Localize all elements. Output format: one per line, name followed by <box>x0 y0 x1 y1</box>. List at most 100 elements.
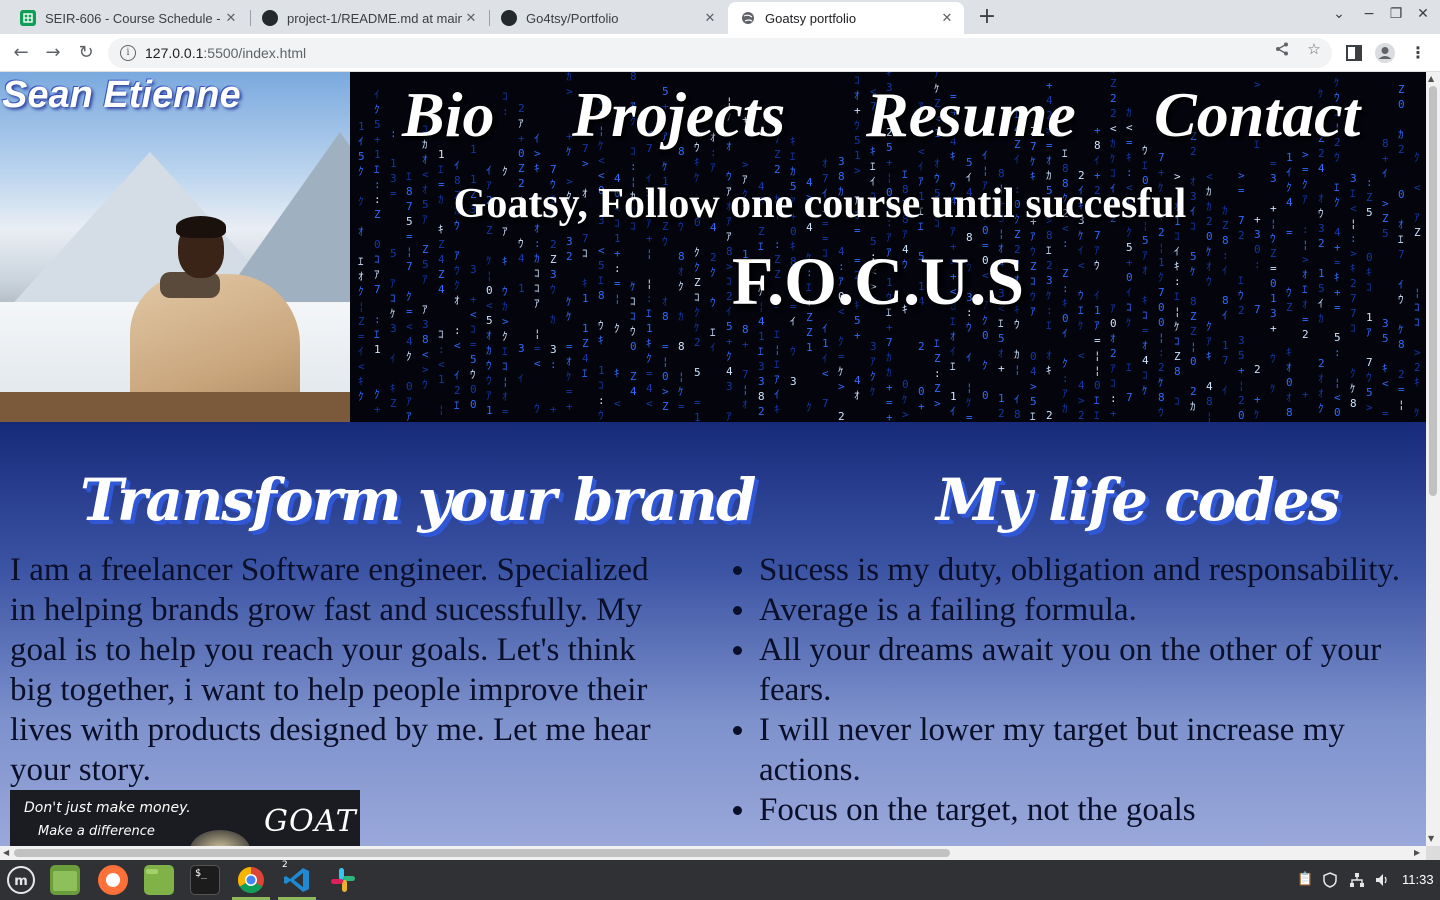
share-icon[interactable] <box>1272 40 1292 60</box>
scroll-right-icon[interactable]: ▶ <box>1414 848 1420 857</box>
svg-text:1: 1 <box>582 322 589 335</box>
svg-text:5: 5 <box>726 320 733 333</box>
svg-text:ｴ: ｴ <box>950 360 956 373</box>
svg-text:5: 5 <box>694 366 701 379</box>
svg-text:3: 3 <box>758 360 765 373</box>
scroll-down-icon[interactable]: ▼ <box>1428 834 1434 843</box>
svg-text:+: + <box>566 400 573 413</box>
scroll-left-icon[interactable]: ◀ <box>3 848 9 857</box>
kebab-menu-icon[interactable]: ⋮ <box>1407 42 1429 64</box>
clipboard-icon[interactable]: 📋 <box>1297 872 1313 887</box>
scrollbar-thumb[interactable] <box>14 849 950 857</box>
chrome-icon[interactable] <box>236 865 266 895</box>
main-nav: Bio Projects Resume Contact <box>350 78 1426 158</box>
svg-text:¦: ¦ <box>1014 363 1021 376</box>
vscode-icon[interactable]: 2 <box>282 860 312 895</box>
scroll-up-icon[interactable]: ▲ <box>1428 74 1434 83</box>
svg-text:3: 3 <box>550 343 557 356</box>
address-bar[interactable]: i 127.0.0.1:5500/index.html <box>108 38 1332 68</box>
svg-text:+: + <box>1270 322 1277 335</box>
firefox-icon[interactable] <box>98 865 128 895</box>
svg-text:ｴ: ｴ <box>374 163 380 176</box>
shield-icon[interactable] <box>1322 872 1338 892</box>
tab-goatsy-portfolio[interactable]: Goatsy portfolio ✕ <box>728 2 964 34</box>
svg-text:ｳ: ｳ <box>790 345 796 358</box>
svg-text:<: < <box>534 357 541 370</box>
reload-icon[interactable]: ↻ <box>73 40 99 66</box>
svg-text:4: 4 <box>406 335 413 348</box>
folder-icon[interactable] <box>144 865 174 895</box>
svg-text::: : <box>598 394 605 407</box>
svg-text:5: 5 <box>1238 349 1245 362</box>
tab-search-icon[interactable]: ⌄ <box>1329 6 1349 22</box>
svg-text:3: 3 <box>390 322 397 335</box>
svg-text:ｱ: ｱ <box>870 355 876 368</box>
back-arrow-icon[interactable]: ← <box>8 40 34 66</box>
side-panel-icon[interactable] <box>1343 42 1365 64</box>
svg-text::: : <box>630 160 637 173</box>
svg-text:+: + <box>886 381 893 394</box>
slack-icon[interactable] <box>328 865 358 895</box>
forward-arrow-icon[interactable]: → <box>40 40 66 66</box>
restore-icon[interactable]: ❐ <box>1386 6 1406 22</box>
nav-contact-link[interactable]: Contact <box>1154 78 1360 152</box>
bookmark-star-icon[interactable]: ☆ <box>1304 40 1324 58</box>
vertical-scrollbar[interactable]: ▲ ▼ <box>1426 72 1440 846</box>
nav-bio-link[interactable]: Bio <box>402 78 494 152</box>
close-tab-icon[interactable]: ✕ <box>938 11 956 26</box>
svg-text:ｹ: ｹ <box>1398 323 1404 336</box>
svg-text:ｳ: ｳ <box>1158 406 1164 419</box>
svg-text:5: 5 <box>1382 332 1389 345</box>
svg-text:ｵ: ｵ <box>1318 372 1324 385</box>
svg-text:<: < <box>406 320 413 333</box>
close-window-icon[interactable]: ✕ <box>1413 6 1433 22</box>
svg-text:1: 1 <box>950 390 957 403</box>
tab-portfolio-repo[interactable]: Go4tsy/Portfolio ✕ <box>489 2 727 34</box>
svg-text:1: 1 <box>1222 339 1229 352</box>
svg-text:ｱ: ｱ <box>726 410 732 422</box>
network-icon[interactable] <box>1349 872 1365 892</box>
close-tab-icon[interactable]: ✕ <box>462 11 480 26</box>
mint-menu-icon[interactable]: m <box>6 865 36 895</box>
svg-text:ｵ: ｵ <box>566 355 572 368</box>
new-tab-button[interactable]: + <box>975 4 999 30</box>
svg-text::: : <box>934 367 941 380</box>
svg-text:5: 5 <box>998 332 1005 345</box>
svg-text:ｸ: ｸ <box>1318 402 1324 415</box>
minimize-icon[interactable]: − <box>1359 6 1379 22</box>
svg-text:ｹ: ｹ <box>902 393 908 406</box>
svg-text:ｺ: ｺ <box>438 328 444 341</box>
svg-text:3: 3 <box>1254 228 1261 241</box>
svg-text:2: 2 <box>1254 363 1261 376</box>
svg-text:ｵ: ｵ <box>1142 339 1148 352</box>
banner-line-2: Make a difference <box>38 824 155 839</box>
svg-text:5: 5 <box>470 353 477 366</box>
svg-text:¦: ¦ <box>774 343 781 356</box>
svg-text:Z: Z <box>630 370 637 383</box>
terminal-icon[interactable]: $_ <box>190 865 220 895</box>
site-info-icon[interactable]: i <box>120 45 136 61</box>
profile-avatar-icon[interactable] <box>1374 42 1396 64</box>
svg-text:ｺ: ｺ <box>1110 377 1116 390</box>
nav-resume-link[interactable]: Resume <box>866 78 1076 152</box>
close-tab-icon[interactable]: ✕ <box>701 11 719 26</box>
svg-text:1: 1 <box>806 341 813 354</box>
volume-icon[interactable] <box>1374 872 1390 892</box>
close-tab-icon[interactable]: ✕ <box>222 11 240 26</box>
svg-text:ｲ: ｲ <box>454 369 460 382</box>
horizontal-scrollbar[interactable]: ◀ ▶ <box>0 846 1426 860</box>
life-codes-heading: My life codes <box>936 466 1340 534</box>
svg-text:¦: ¦ <box>1190 340 1197 353</box>
svg-text:ｵ: ｵ <box>486 329 492 342</box>
tab-readme[interactable]: project-1/README.md at main ✕ <box>250 2 488 34</box>
scrollbar-thumb[interactable] <box>1429 86 1437 496</box>
svg-text:=: = <box>966 411 973 422</box>
tab-title: Goatsy portfolio <box>765 10 857 26</box>
nav-projects-link[interactable]: Projects <box>572 78 785 152</box>
svg-text:ｱ: ｱ <box>1110 362 1116 375</box>
tab-course-schedule[interactable]: SEIR-606 - Course Schedule - G ✕ <box>8 2 248 34</box>
svg-text::: : <box>550 358 557 371</box>
files-icon[interactable] <box>50 865 80 895</box>
svg-text:¦: ¦ <box>1094 364 1101 377</box>
bio-paragraph: I am a freelancer Software engineer. Spe… <box>10 552 651 788</box>
